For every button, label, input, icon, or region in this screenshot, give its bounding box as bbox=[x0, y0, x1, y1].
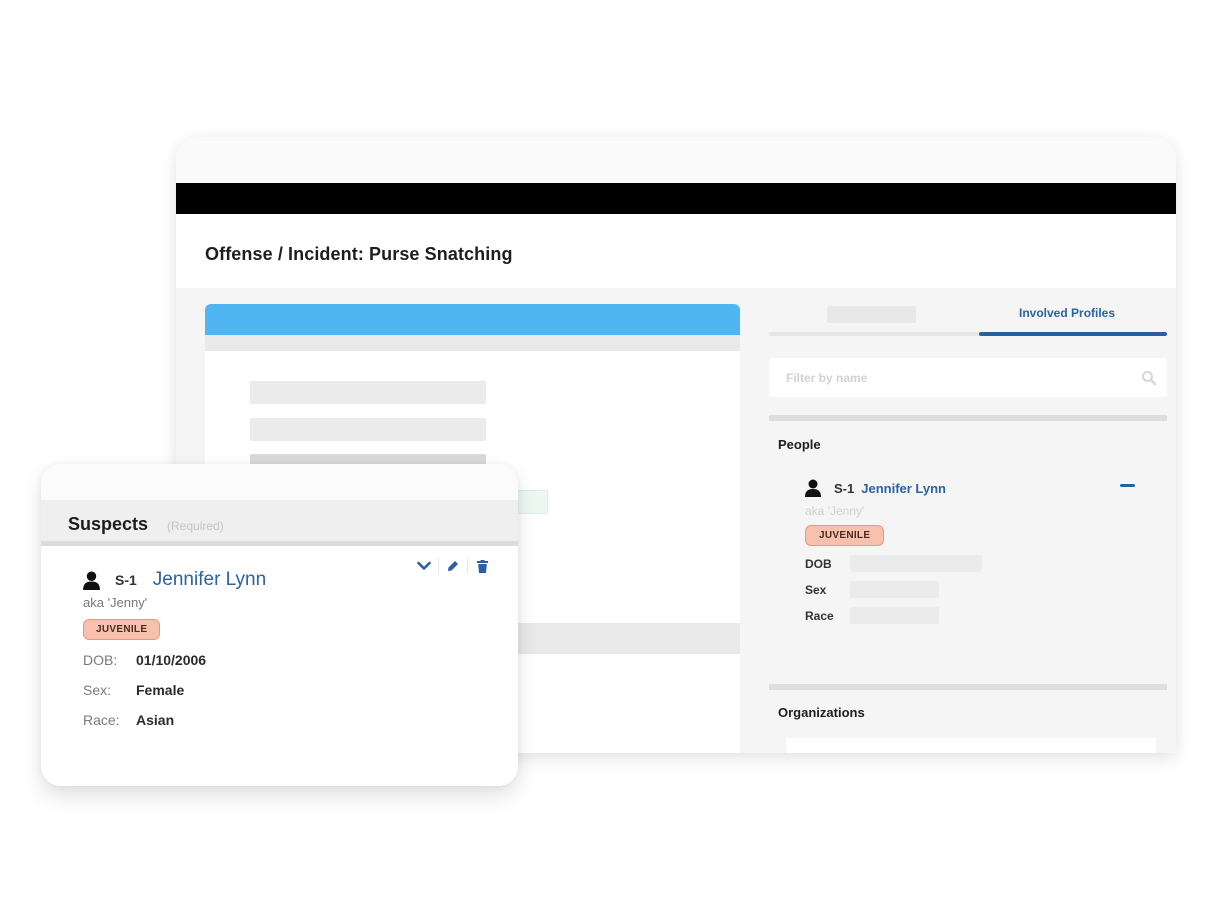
action-separator bbox=[467, 558, 468, 574]
dob-label: DOB: bbox=[83, 652, 118, 668]
involved-profiles-panel: Involved Profiles People bbox=[769, 288, 1167, 753]
dob-value-placeholder bbox=[850, 555, 982, 572]
race-label: Race bbox=[805, 608, 834, 623]
tab-underline bbox=[769, 332, 1167, 336]
sex-label: Sex: bbox=[83, 682, 112, 698]
juvenile-badge: JUVENILE bbox=[805, 525, 885, 546]
chevron-down-icon[interactable] bbox=[416, 558, 432, 574]
suspects-header: Suspects (Required) bbox=[41, 500, 518, 546]
minus-icon[interactable] bbox=[1120, 484, 1135, 487]
people-section-label: People bbox=[778, 437, 821, 452]
race-label: Race: bbox=[83, 712, 120, 728]
organization-card bbox=[786, 738, 1156, 753]
form-panel-subheader bbox=[205, 335, 740, 351]
sex-row: Sex: Female bbox=[83, 680, 518, 700]
page-title: Offense / Incident: Purse Snatching bbox=[205, 244, 513, 264]
form-panel-header bbox=[205, 304, 740, 335]
people-list-item: S-1 Jennifer Lynn aka 'Jenny' JUVENILE D… bbox=[805, 478, 1135, 624]
suspects-title: Suspects bbox=[68, 514, 149, 534]
section-divider bbox=[769, 415, 1167, 421]
person-name-link[interactable]: Jennifer Lynn bbox=[861, 481, 946, 496]
window-top-area bbox=[176, 137, 1176, 183]
action-separator bbox=[438, 558, 439, 574]
panel-tabs: Involved Profiles bbox=[769, 302, 1167, 336]
required-label: (Required) bbox=[167, 519, 224, 533]
suspect-name-link[interactable]: Jennifer Lynn bbox=[153, 569, 266, 591]
suspect-actions bbox=[416, 558, 490, 574]
edit-icon[interactable] bbox=[445, 558, 461, 574]
race-row: Race: Asian bbox=[83, 710, 518, 730]
suspect-entry: S-1 Jennifer Lynn aka 'Jenny' JUVENILE D… bbox=[41, 546, 518, 730]
tab-placeholder[interactable] bbox=[827, 306, 916, 323]
race-value: Asian bbox=[136, 712, 175, 728]
tab-involved-profiles[interactable]: Involved Profiles bbox=[1019, 306, 1115, 320]
filter-box bbox=[769, 358, 1167, 397]
person-icon bbox=[83, 571, 100, 590]
suspects-card: Suspects (Required) S-1 Jennifer Lynn ak… bbox=[41, 464, 518, 786]
card-top-area bbox=[41, 464, 518, 500]
section-divider bbox=[769, 684, 1167, 690]
dob-value: 01/10/2006 bbox=[136, 652, 207, 668]
tab-active-indicator bbox=[979, 332, 1167, 336]
person-aka: aka 'Jenny' bbox=[805, 504, 865, 518]
form-field-placeholder[interactable] bbox=[250, 381, 486, 404]
juvenile-badge: JUVENILE bbox=[83, 619, 161, 640]
sex-value-placeholder bbox=[850, 581, 939, 598]
sex-value: Female bbox=[136, 682, 185, 698]
person-icon bbox=[805, 479, 821, 497]
sex-label: Sex bbox=[805, 582, 827, 597]
trash-icon[interactable] bbox=[474, 558, 490, 574]
dob-label: DOB bbox=[805, 556, 832, 571]
dob-row: DOB: 01/10/2006 bbox=[83, 650, 518, 670]
search-icon[interactable] bbox=[1141, 370, 1157, 386]
title-area: Offense / Incident: Purse Snatching bbox=[176, 214, 1176, 288]
filter-by-name-input[interactable] bbox=[769, 358, 1129, 397]
race-value-placeholder bbox=[850, 607, 939, 624]
sex-row: Sex bbox=[805, 581, 1135, 598]
app-nav-bar bbox=[176, 183, 1176, 214]
suspect-id: S-1 bbox=[115, 572, 137, 588]
person-id: S-1 bbox=[834, 480, 855, 496]
organizations-section-label: Organizations bbox=[778, 705, 865, 720]
suspect-aka: aka 'Jenny' bbox=[83, 595, 148, 610]
form-field-placeholder[interactable] bbox=[250, 418, 486, 441]
dob-row: DOB bbox=[805, 555, 1135, 572]
race-row: Race bbox=[805, 607, 1135, 624]
